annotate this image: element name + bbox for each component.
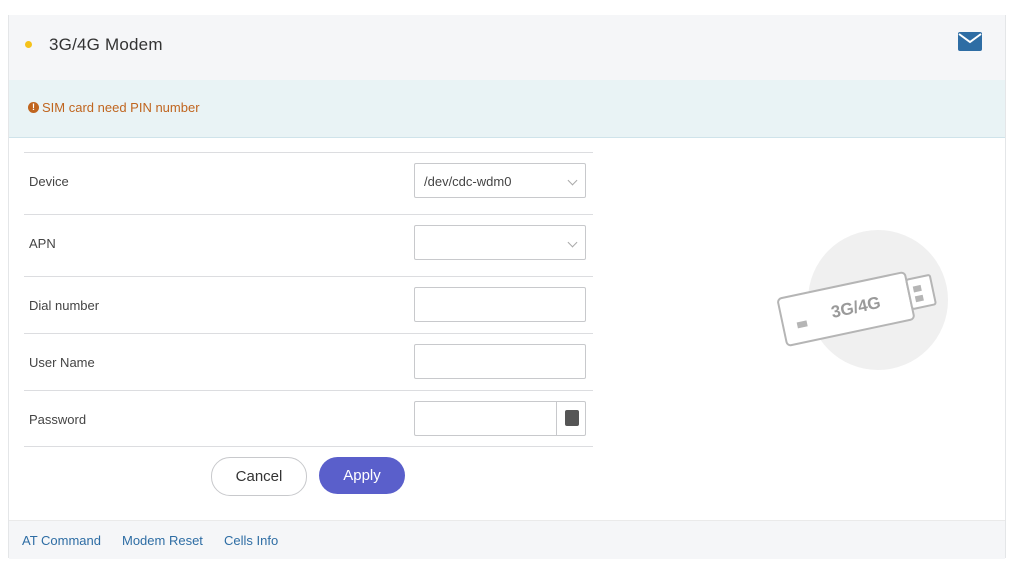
alert-banner: ! SIM card need PIN number [9, 80, 1005, 138]
usb-modem-illustration: 3G/4G [777, 230, 948, 370]
panel-header: 3G/4G Modem [9, 15, 1005, 81]
dial-number-input[interactable] [414, 287, 586, 322]
chevron-down-icon [567, 175, 578, 186]
dial-number-label: Dial number [29, 298, 100, 313]
username-input[interactable] [414, 344, 586, 379]
show-password-icon [565, 410, 579, 426]
page-title: 3G/4G Modem [49, 35, 163, 54]
exclamation-circle-icon: ! [28, 102, 39, 113]
chevron-down-icon [567, 237, 578, 248]
show-password-toggle[interactable] [556, 402, 585, 435]
form-row-device: Device /dev/cdc-wdm0 [24, 152, 593, 214]
modem-form: Device /dev/cdc-wdm0 APN Dial number Use… [24, 152, 593, 447]
alert-text: SIM card need PIN number [42, 100, 200, 115]
device-value: /dev/cdc-wdm0 [424, 174, 512, 189]
form-row-password: Password [24, 390, 593, 447]
cancel-button[interactable]: Cancel [211, 457, 307, 496]
footer-links: AT Command Modem Reset Cells Info [9, 520, 1005, 559]
apn-label: APN [29, 236, 56, 251]
envelope-icon[interactable] [958, 32, 982, 51]
form-row-apn: APN [24, 214, 593, 276]
username-label: User Name [29, 355, 95, 370]
form-row-username: User Name [24, 333, 593, 390]
cells-info-link[interactable]: Cells Info [224, 533, 278, 548]
modem-reset-link[interactable]: Modem Reset [122, 533, 203, 548]
device-select[interactable]: /dev/cdc-wdm0 [414, 163, 586, 198]
status-dot [25, 41, 32, 48]
form-row-dial: Dial number [24, 276, 593, 333]
apn-select[interactable] [414, 225, 586, 260]
apply-button[interactable]: Apply [319, 457, 405, 494]
at-command-link[interactable]: AT Command [22, 533, 101, 548]
password-input[interactable] [414, 401, 586, 436]
password-label: Password [29, 412, 87, 427]
device-label: Device [29, 174, 69, 189]
